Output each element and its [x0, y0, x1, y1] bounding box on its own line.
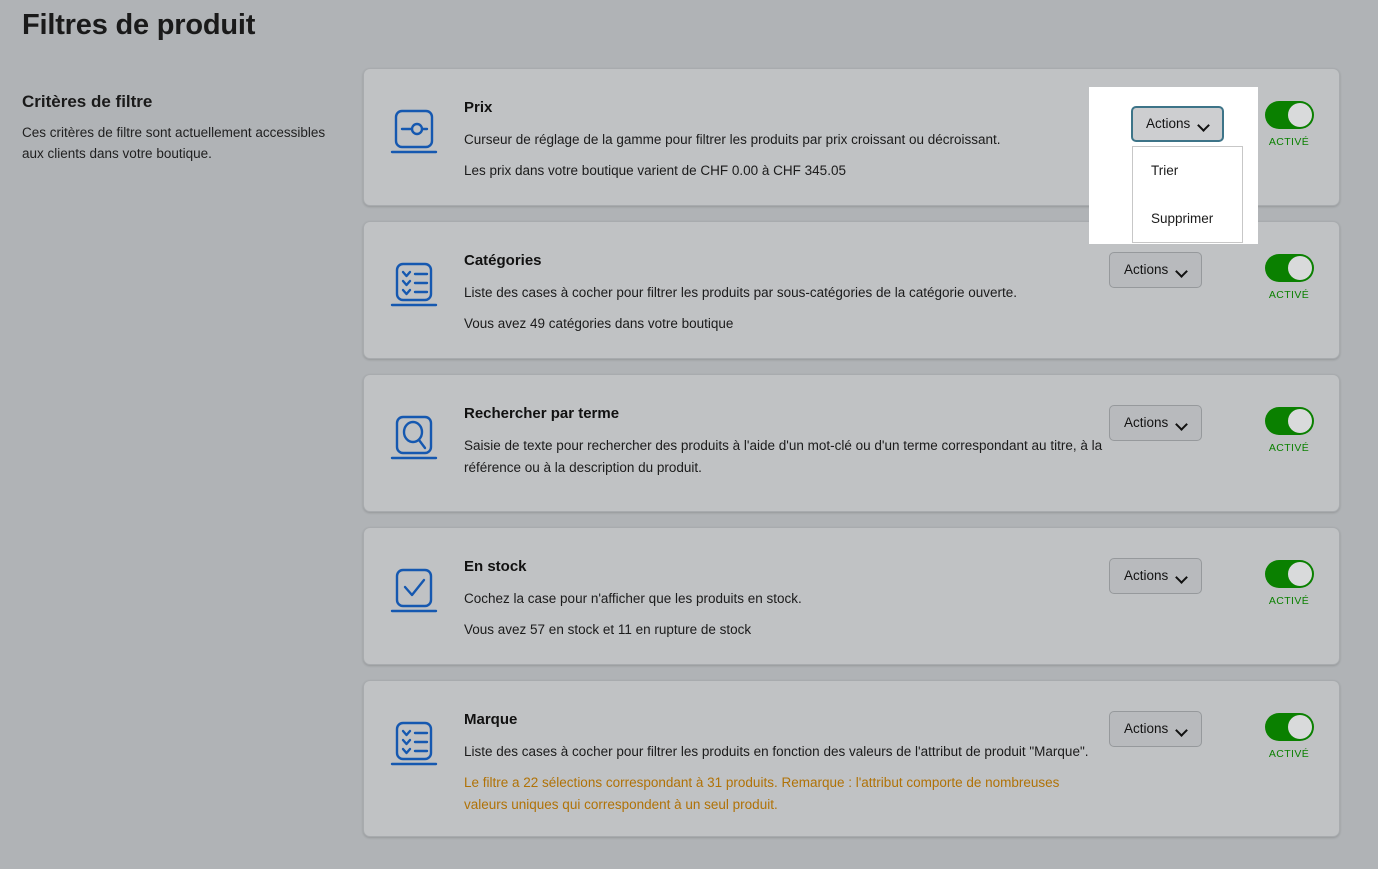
filter-card-title: En stock: [464, 558, 527, 575]
toggle-status-label: ACTIVÉ: [1268, 595, 1310, 607]
chevron-down-icon: [1177, 420, 1188, 427]
filter-card-body: Catégories Liste des cases à cocher pour …: [464, 222, 1109, 355]
checklist-icon: [364, 222, 464, 314]
toggle-status-label: ACTIVÉ: [1268, 289, 1310, 301]
actions-button[interactable]: Actions: [1109, 711, 1203, 747]
chevron-down-icon: [1177, 573, 1188, 580]
filter-card-title: Rechercher par terme: [464, 405, 620, 422]
actions-button[interactable]: Actions: [1109, 252, 1203, 288]
enabled-toggle[interactable]: [1264, 101, 1314, 129]
filter-card-description: Cochez la case pour n'afficher que les p…: [464, 591, 802, 606]
filter-card-meta: Vous avez 57 en stock et 11 en rupture d…: [464, 622, 752, 637]
actions-slot: Actions: [1109, 252, 1239, 288]
actions-button-label: Actions: [1124, 415, 1169, 430]
toggle-slot: ACTIVÉ: [1239, 252, 1339, 301]
toggle-knob: [1287, 256, 1312, 280]
chevron-down-icon: [1177, 267, 1188, 274]
filter-card-body: En stock Cochez la case pour n'afficher q…: [464, 528, 1109, 661]
section-title: Critères de filtre: [22, 92, 153, 111]
actions-dropdown-menu[interactable]: Trier Supprimer: [1132, 146, 1243, 243]
toggle-slot: ACTIVÉ: [1239, 558, 1339, 607]
filter-card-meta: Vous avez 49 catégories dans votre bouti…: [464, 316, 734, 331]
actions-button-prix[interactable]: Actions: [1131, 106, 1225, 142]
filter-card-warning: Le filtre a 22 sélections correspondant …: [464, 775, 1060, 812]
filter-card: Marque Liste des cases à cocher pour filt…: [363, 680, 1340, 837]
dropdown-item-supprimer[interactable]: Supprimer: [1133, 195, 1242, 243]
filter-card-body: Prix Curseur de réglage de la gamme pour …: [464, 69, 1109, 202]
toggle-status-label: ACTIVÉ: [1268, 442, 1310, 454]
enabled-toggle[interactable]: [1264, 407, 1314, 435]
toggle-slot: ACTIVÉ: [1239, 405, 1339, 454]
actions-button-label: Actions: [1124, 721, 1169, 736]
page-title: Filtres de produit: [22, 9, 256, 41]
actions-button-label: Actions: [1124, 568, 1169, 583]
filter-card-body: Rechercher par terme Saisie de texte pour…: [464, 375, 1109, 499]
filter-card-title: Catégories: [464, 252, 542, 269]
actions-slot: Actions: [1109, 711, 1239, 747]
actions-button[interactable]: Actions: [1109, 405, 1203, 441]
checklist-icon: [364, 681, 464, 773]
filter-card-description: Liste des cases à cocher pour filtrer le…: [464, 744, 1089, 759]
actions-button[interactable]: Actions: [1109, 558, 1203, 594]
dropdown-item-trier[interactable]: Trier: [1133, 147, 1242, 195]
actions-slot: Actions: [1109, 405, 1239, 441]
filter-card-description: Saisie de texte pour rechercher des prod…: [464, 438, 1103, 475]
toggle-knob: [1287, 562, 1312, 586]
left-column: Filtres de produit Critères de filtre Ce…: [22, 0, 342, 164]
actions-button-label: Actions: [1124, 262, 1169, 277]
actions-button-label: Actions: [1146, 116, 1191, 131]
filter-card-controls: Actions ACTIVÉ: [1109, 528, 1339, 607]
enabled-toggle[interactable]: [1264, 254, 1314, 282]
actions-button-open-wrap: Actions: [1131, 106, 1225, 142]
section-description: Ces critères de filtre sont actuellement…: [22, 125, 326, 161]
filter-card-title: Marque: [464, 711, 518, 728]
checkbox-check-icon: [364, 528, 464, 620]
chevron-down-icon: [1177, 726, 1188, 733]
filter-card: En stock Cochez la case pour n'afficher q…: [363, 527, 1340, 665]
filters-page: Filtres de produit Critères de filtre Ce…: [0, 0, 1378, 869]
filter-card-title: Prix: [464, 99, 493, 116]
toggle-knob: [1287, 715, 1312, 739]
toggle-status-label: ACTIVÉ: [1268, 136, 1310, 148]
filter-card-description: Liste des cases à cocher pour filtrer le…: [464, 285, 1018, 300]
toggle-knob: [1287, 409, 1312, 433]
filter-card-description: Curseur de réglage de la gamme pour filt…: [464, 132, 1001, 147]
search-icon: [364, 375, 464, 467]
filter-card-controls: Actions ACTIVÉ: [1109, 375, 1339, 454]
filter-card-body: Marque Liste des cases à cocher pour filt…: [464, 681, 1109, 836]
filter-card: Rechercher par terme Saisie de texte pour…: [363, 374, 1340, 512]
toggle-status-label: ACTIVÉ: [1268, 748, 1310, 760]
toggle-slot: ACTIVÉ: [1239, 711, 1339, 760]
actions-slot: Actions: [1109, 558, 1239, 594]
filter-card-controls: Actions ACTIVÉ: [1109, 681, 1339, 760]
toggle-knob: [1287, 103, 1312, 127]
filter-card-meta: Les prix dans votre boutique varient de …: [464, 163, 846, 178]
enabled-toggle[interactable]: [1264, 560, 1314, 588]
chevron-down-icon: [1199, 121, 1210, 128]
price-slider-icon: [364, 69, 464, 161]
enabled-toggle[interactable]: [1264, 713, 1314, 741]
